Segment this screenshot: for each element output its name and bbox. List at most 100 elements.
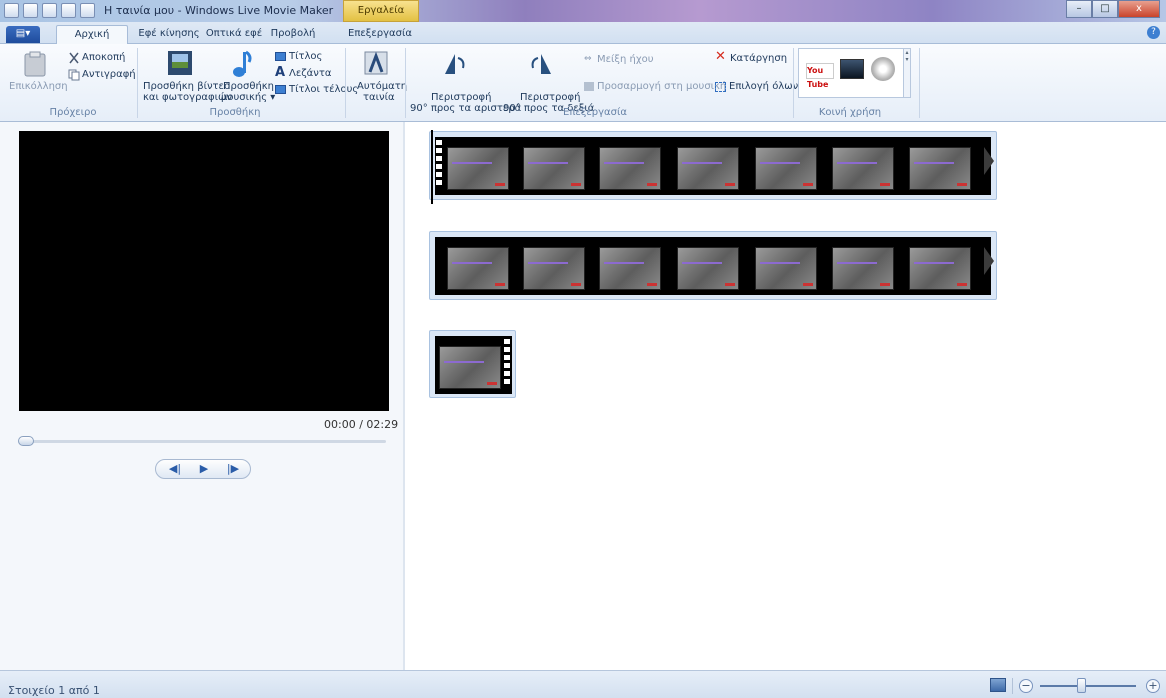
tab-visual-effects[interactable]: Οπτικά εφέ: [205, 25, 263, 44]
share-gallery-more-button[interactable]: ▴ ▾: [903, 48, 911, 98]
zoom-slider-knob[interactable]: [1077, 678, 1086, 693]
seek-bar[interactable]: [20, 440, 386, 443]
rotate-right-button-line1[interactable]: Περιστροφή: [520, 92, 580, 103]
strip-continue-arrow: [984, 147, 994, 175]
clip-thumbnail: [523, 247, 585, 290]
credits-button[interactable]: Τίτλοι τέλους: [289, 84, 358, 95]
tab-animations[interactable]: Εφέ κίνησης: [137, 25, 201, 44]
zoom-out-button[interactable]: −: [1019, 679, 1033, 693]
zoom-slider[interactable]: [1040, 685, 1136, 687]
select-all-icon: [715, 82, 726, 92]
rotate-left-icon: [445, 54, 465, 74]
add-music-icon: [233, 50, 252, 77]
storyboard-strip[interactable]: [429, 231, 997, 300]
clip-thumbnail: [447, 147, 509, 190]
select-all-button[interactable]: Επιλογή όλων: [729, 81, 798, 92]
automovie-icon: [364, 51, 388, 75]
add-group-label: Προσθήκη: [209, 107, 261, 118]
rotate-left-button-line1[interactable]: Περιστροφή: [431, 92, 491, 103]
previous-frame-button[interactable]: ◀|: [160, 461, 190, 477]
thumbnail-size-icon[interactable]: [990, 678, 1006, 692]
credits-icon: [275, 85, 286, 94]
film-perforations: [504, 339, 512, 387]
close-button[interactable]: x: [1118, 0, 1160, 18]
fit-to-music-icon: [584, 82, 594, 91]
automovie-button-line2[interactable]: ταινία: [363, 92, 395, 103]
redo-icon[interactable]: [61, 3, 76, 18]
playback-controls: ◀| ▶ |▶: [155, 459, 251, 479]
clip-filmstrip[interactable]: [435, 137, 991, 195]
status-separator: [1012, 678, 1013, 694]
clip-thumbnail: [909, 147, 971, 190]
minimize-button[interactable]: –: [1066, 0, 1092, 18]
ribbon-separator: [345, 48, 346, 118]
add-video-photos-button-line2[interactable]: και φωτογραφιών: [143, 92, 232, 103]
add-music-button-line2[interactable]: μουσικής ▾: [221, 92, 275, 103]
ribbon-separator: [137, 48, 138, 118]
clip-thumbnail: [755, 247, 817, 290]
audio-mix-button[interactable]: Μείξη ήχου: [597, 54, 654, 65]
remove-button[interactable]: Κατάργηση: [730, 53, 787, 64]
dvd-share-icon[interactable]: [871, 57, 895, 81]
video-preview[interactable]: [19, 131, 389, 411]
customize-qat-icon[interactable]: [80, 3, 95, 18]
storyboard-strip[interactable]: [429, 131, 997, 200]
copy-button[interactable]: Αντιγραφή: [82, 69, 136, 80]
paste-icon: [24, 51, 46, 77]
automovie-button-line1[interactable]: Αυτόματη: [357, 81, 407, 92]
file-menu-button[interactable]: ▤▾: [6, 26, 40, 43]
youtube-share-button[interactable]: You Tube: [806, 63, 834, 89]
tab-view[interactable]: Προβολή: [268, 25, 318, 44]
clip-thumbnail: [677, 147, 739, 190]
cut-button[interactable]: Αποκοπή: [82, 52, 125, 63]
window-title: Η ταινία μου - Windows Live Movie Maker: [104, 4, 334, 17]
editing-group-label: Επεξεργασία: [563, 107, 627, 118]
caption-button[interactable]: Λεζάντα: [289, 68, 331, 79]
clip-thumbnail: [599, 247, 661, 290]
ribbon-separator: [405, 48, 406, 118]
add-video-photos-button-line1[interactable]: Προσθήκη βίντεο: [143, 81, 230, 92]
audio-mix-icon: ⇔: [584, 54, 592, 64]
add-music-button-line1[interactable]: Προσθήκη: [223, 81, 274, 92]
share-group-label: Κοινή χρήση: [818, 107, 882, 118]
clip-thumbnail: [832, 247, 894, 290]
clip-thumbnail: [909, 247, 971, 290]
paste-button[interactable]: Επικόλληση: [9, 81, 68, 92]
quick-access-toolbar: [4, 3, 95, 18]
undo-icon[interactable]: [42, 3, 57, 18]
seek-knob[interactable]: [18, 436, 34, 446]
tab-home[interactable]: Αρχική σελίδα: [56, 25, 128, 58]
tab-edit[interactable]: Επεξεργασία: [341, 25, 419, 44]
playhead[interactable]: [431, 130, 433, 204]
storyboard-strip[interactable]: [429, 330, 516, 398]
storyboard[interactable]: [405, 122, 1166, 670]
clip-thumbnail: [523, 147, 585, 190]
next-frame-button[interactable]: |▶: [218, 461, 248, 477]
device-share-icon[interactable]: [840, 59, 864, 79]
maximize-button[interactable]: □: [1092, 0, 1118, 18]
title-button[interactable]: Τίτλος: [289, 51, 322, 62]
play-button[interactable]: ▶: [189, 461, 219, 477]
title-bar: Η ταινία μου - Windows Live Movie Maker …: [0, 0, 1166, 22]
strip-continue-arrow: [984, 247, 994, 275]
app-icon[interactable]: [4, 3, 19, 18]
clip-thumbnail: [832, 147, 894, 190]
ribbon: Επικόλληση Αποκοπή Αντιγραφή Πρόχειρο Πρ…: [0, 44, 1166, 122]
help-icon[interactable]: ?: [1147, 26, 1160, 39]
cut-icon: [69, 52, 79, 64]
zoom-in-button[interactable]: +: [1146, 679, 1160, 693]
fit-to-music-button[interactable]: Προσαρμογή στη μουσική: [597, 81, 726, 92]
ribbon-separator: [919, 48, 920, 118]
context-tab-video-tools[interactable]: Εργαλεία βίντεο: [343, 0, 419, 36]
rotate-right-icon: [531, 54, 551, 74]
save-icon[interactable]: [23, 3, 38, 18]
clipboard-group-label: Πρόχειρο: [49, 107, 97, 118]
film-perforations: [436, 140, 444, 188]
clip-thumbnail: [755, 147, 817, 190]
window-controls: – □ x: [1066, 0, 1160, 18]
clip-filmstrip[interactable]: [435, 237, 991, 295]
playback-time: 00:00 / 02:29: [324, 418, 399, 431]
copy-icon: [68, 69, 80, 81]
clip-thumbnail: [599, 147, 661, 190]
clip-filmstrip[interactable]: [435, 336, 512, 394]
